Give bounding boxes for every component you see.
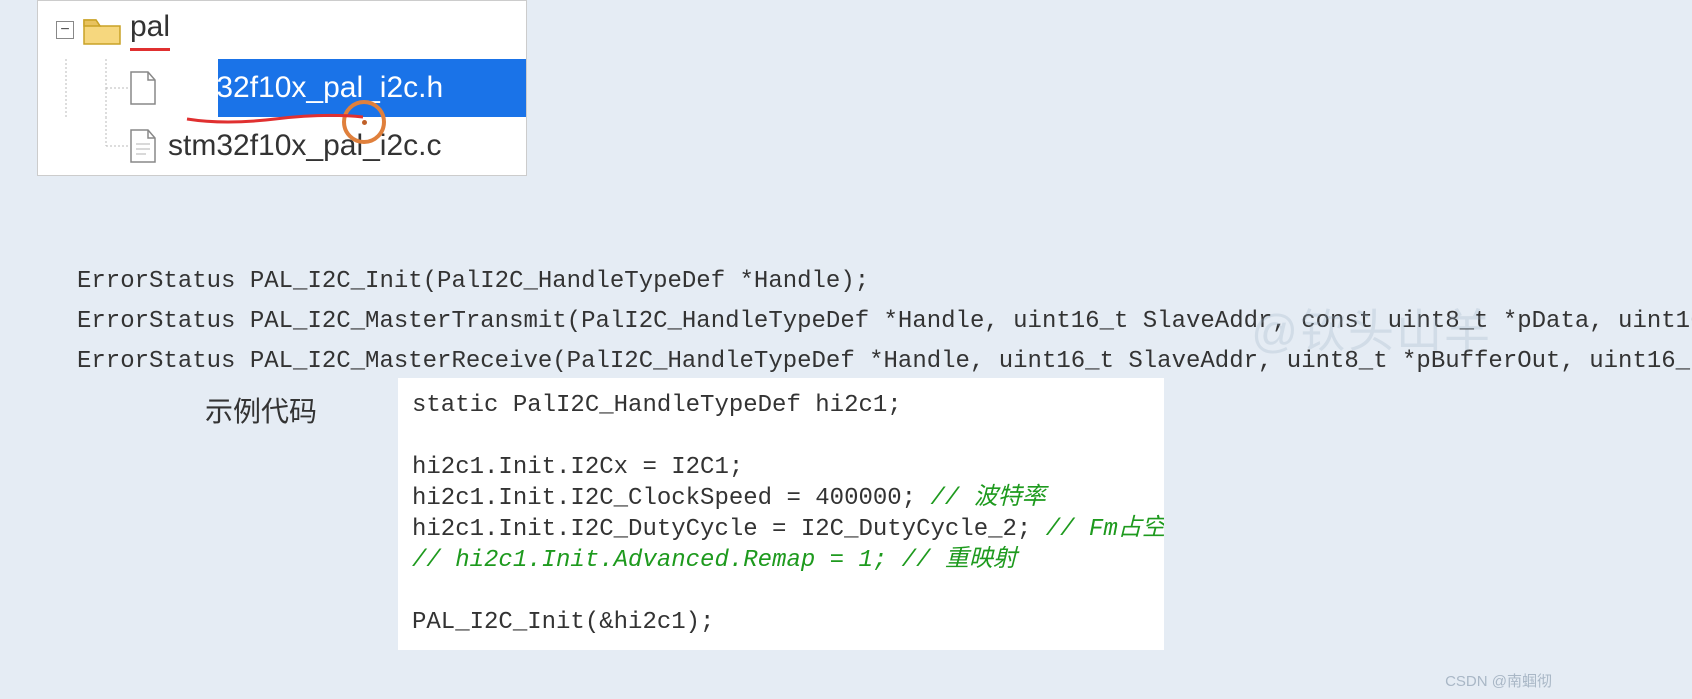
file-icon bbox=[128, 128, 158, 164]
code-line-8: PAL_I2C_Init(&hi2c1); bbox=[412, 609, 714, 636]
decl-line-1: ErrorStatus PAL_I2C_Init(PalI2C_HandleTy… bbox=[77, 268, 869, 295]
tree-file-source[interactable]: stm32f10x_pal_i2c.c bbox=[38, 117, 526, 175]
tree-file-header[interactable]: stm32f10x_pal_i2c.h bbox=[38, 59, 526, 117]
code-line-4: hi2c1.Init.I2C_ClockSpeed = 400000; // 波… bbox=[412, 485, 1046, 512]
tree-folder-pal[interactable]: − pal bbox=[38, 1, 526, 59]
decl-line-3: ErrorStatus PAL_I2C_MasterReceive(PalI2C… bbox=[77, 348, 1692, 375]
function-declarations: ErrorStatus PAL_I2C_Init(PalI2C_HandleTy… bbox=[77, 222, 1692, 382]
watermark-footer: CSDN @南蝈彻 bbox=[1445, 670, 1552, 691]
collapse-icon[interactable]: − bbox=[56, 21, 74, 39]
tree-root-label: pal bbox=[130, 10, 170, 51]
tree-line-icon bbox=[38, 59, 128, 117]
folder-icon bbox=[82, 14, 122, 46]
decl-line-2: ErrorStatus PAL_I2C_MasterTransmit(PalI2… bbox=[77, 308, 1692, 335]
code-line-1: static PalI2C_HandleTypeDef hi2c1; bbox=[412, 392, 902, 419]
tree-file-h-label: stm32f10x_pal_i2c.h bbox=[168, 71, 443, 105]
tree-file-c-label: stm32f10x_pal_i2c.c bbox=[168, 129, 442, 163]
file-tree-panel: − pal stm32f10x_pal_i2c.h bbox=[37, 0, 527, 176]
file-icon bbox=[128, 70, 158, 106]
code-line-6: // hi2c1.Init.Advanced.Remap = 1; // 重映射 bbox=[412, 547, 1017, 574]
tree-line-icon bbox=[38, 117, 128, 175]
example-code-label: 示例代码 bbox=[205, 390, 317, 430]
example-code-block: static PalI2C_HandleTypeDef hi2c1; hi2c1… bbox=[398, 378, 1164, 650]
code-line-3: hi2c1.Init.I2Cx = I2C1; bbox=[412, 454, 743, 481]
code-line-5: hi2c1.Init.I2C_DutyCycle = I2C_DutyCycle… bbox=[412, 516, 1164, 543]
